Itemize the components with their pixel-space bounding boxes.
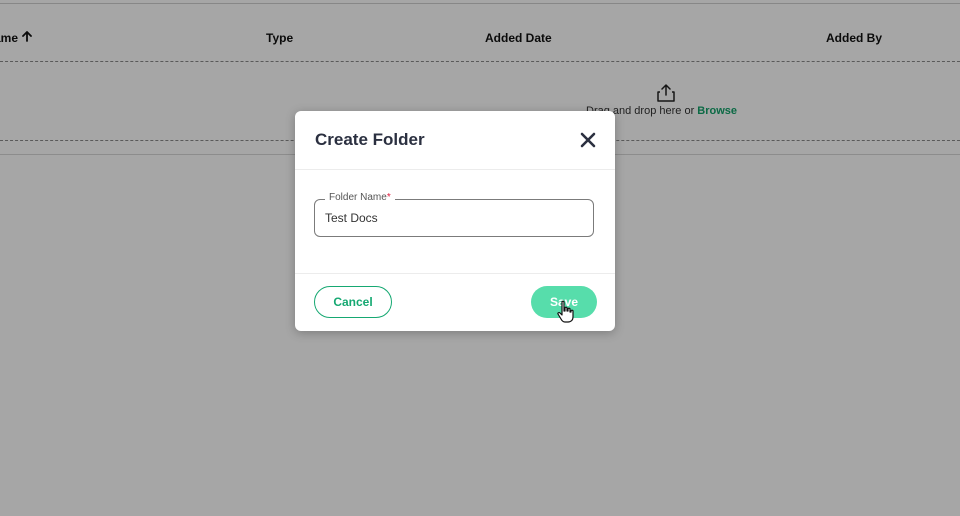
folder-name-label-text: Folder Name: [329, 192, 387, 203]
folder-name-input[interactable]: [315, 200, 593, 236]
close-icon[interactable]: [579, 131, 597, 149]
folder-name-label: Folder Name*: [325, 192, 395, 203]
create-folder-dialog: Create Folder Folder Name* Cancel Save: [295, 111, 615, 331]
cancel-button[interactable]: Cancel: [314, 286, 392, 318]
page: ame Type Added Date Added By Drag and dr…: [0, 0, 960, 516]
save-button[interactable]: Save: [531, 286, 597, 318]
dialog-footer-divider: [295, 273, 615, 274]
folder-name-field[interactable]: Folder Name*: [314, 192, 594, 237]
dialog-title: Create Folder: [315, 130, 425, 149]
required-mark: *: [386, 192, 391, 203]
dialog-header-divider: [295, 169, 615, 170]
